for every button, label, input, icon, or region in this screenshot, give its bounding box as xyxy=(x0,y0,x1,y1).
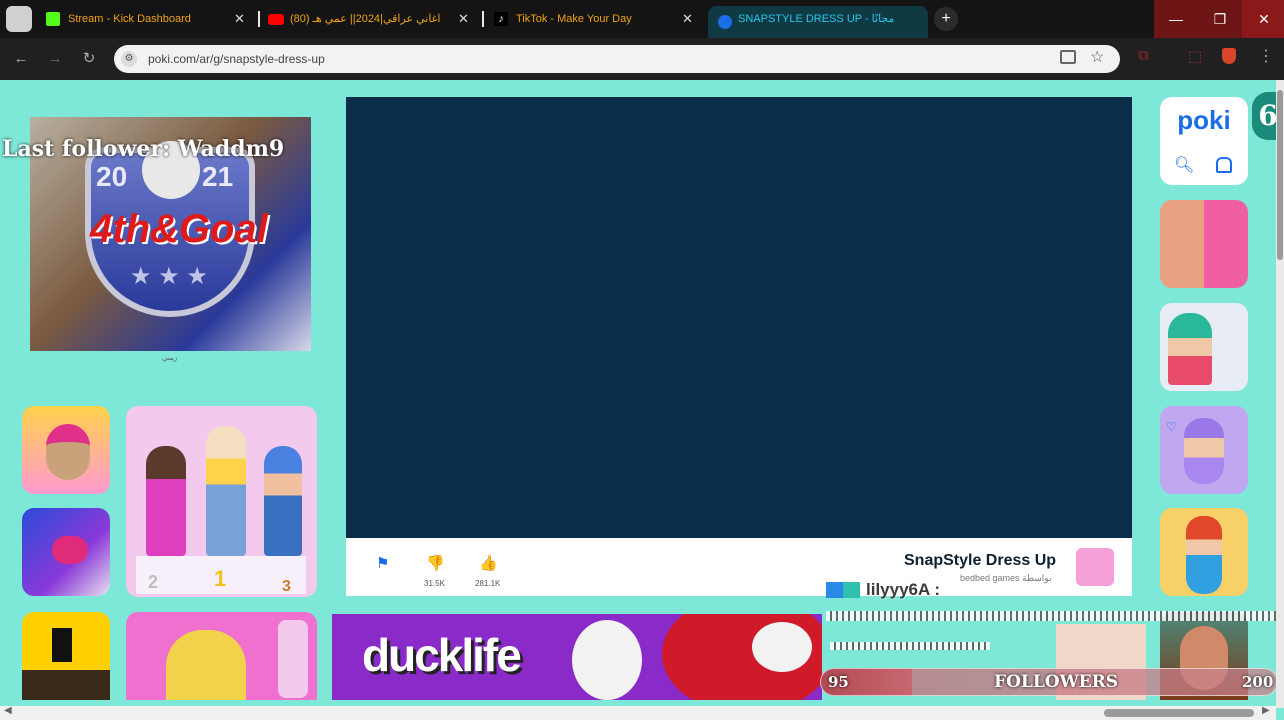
chat-badge-icon xyxy=(826,582,860,598)
tab-kick-dashboard[interactable]: Stream - Kick Dashboard ✕ xyxy=(46,6,252,32)
podium-number-1: 1 xyxy=(214,566,227,591)
close-tab-icon[interactable]: ✕ xyxy=(234,6,245,32)
character-face xyxy=(1168,313,1212,385)
doll-figure xyxy=(206,426,246,556)
chat-username: lilyyy6A : xyxy=(866,580,941,599)
followers-label: FOLLOWERS xyxy=(994,672,1119,692)
doll-figure xyxy=(264,446,302,556)
like-count: 281.1K xyxy=(475,579,501,588)
tab-tiktok[interactable]: ♪ TikTok - Make Your Day ✕ xyxy=(494,6,698,32)
tab-label: TikTok - Make Your Day xyxy=(516,13,632,25)
character-face xyxy=(46,424,90,480)
followers-current: 95 xyxy=(828,673,849,691)
close-window-button[interactable]: ✕ xyxy=(1242,0,1284,38)
ground xyxy=(22,670,110,700)
forward-icon[interactable]: → xyxy=(44,48,66,70)
tab-snapstyle-active[interactable]: SNAPSTYLE DRESS UP - ‏مجانًا xyxy=(708,6,928,38)
extensions-icon[interactable]: ⧉ xyxy=(1138,47,1149,64)
game-canvas[interactable] xyxy=(346,97,1132,538)
report-flag-icon[interactable]: ⚑ xyxy=(376,554,389,572)
tab-label: Stream - Kick Dashboard xyxy=(68,13,191,25)
character-face xyxy=(1184,418,1224,484)
podium-number-3: 3 xyxy=(282,578,291,595)
poki-logo[interactable]: poki xyxy=(1160,105,1248,136)
bookmark-star-icon[interactable]: ☆ xyxy=(1090,47,1104,67)
game-tile-cat-girl[interactable] xyxy=(126,612,317,700)
tab-youtube[interactable]: (80) اغاني عراقي|2024|| عمي هـ ✕ xyxy=(268,6,474,32)
tab-separator xyxy=(482,11,484,27)
heart-icon: ♡ xyxy=(1166,420,1177,434)
promo-title: 4th&Goal xyxy=(90,207,268,251)
game-tile-bunny-doll[interactable]: ♡ xyxy=(1160,406,1248,494)
podium-number-2: 2 xyxy=(148,572,159,592)
ducklife-logo: ducklife xyxy=(362,629,522,681)
extension-icon[interactable]: ⬚ xyxy=(1188,47,1202,65)
scroll-right-arrow[interactable]: ▶ xyxy=(1262,705,1270,716)
zigzag-decoration xyxy=(830,642,990,650)
minimize-button[interactable]: — xyxy=(1154,0,1198,38)
search-icon[interactable]: 🔍︎ xyxy=(1174,155,1194,175)
youtube-icon xyxy=(268,14,284,25)
game-tile-stickman[interactable] xyxy=(22,612,110,700)
tab-label: (80) اغاني عراقي|2024|| عمي هـ xyxy=(290,13,441,25)
silhouette-icon xyxy=(52,628,72,662)
last-follower-text: Last follower: Waddm9 xyxy=(2,136,285,162)
game-tile-makeup[interactable] xyxy=(1160,200,1248,288)
tiktok-icon: ♪ xyxy=(494,12,508,26)
character-face xyxy=(1186,516,1222,594)
poki-favicon-icon xyxy=(718,15,732,29)
duck-eye xyxy=(752,622,812,672)
game-tile-podium-dress-up[interactable]: 2 1 3 xyxy=(126,406,317,597)
install-app-icon[interactable] xyxy=(1060,50,1076,64)
promo-year-right: 21 xyxy=(202,161,234,192)
ducklife-banner[interactable]: ducklife xyxy=(332,614,822,700)
horizontal-scrollbar[interactable] xyxy=(0,706,1276,720)
site-info-icon[interactable]: ⚙ xyxy=(121,51,137,67)
reload-icon[interactable]: ↻ xyxy=(78,48,100,70)
doll-figure xyxy=(146,446,186,556)
promo-year-left: 20 xyxy=(96,161,128,192)
tab-separator xyxy=(258,11,260,27)
back-icon[interactable]: ← xyxy=(10,48,32,70)
profile-avatar[interactable] xyxy=(6,6,32,32)
nail-polish-icon xyxy=(52,536,88,564)
game-title: SnapStyle Dress Up xyxy=(904,552,1057,569)
dislike-count: 31.5K xyxy=(424,579,445,588)
kick-icon xyxy=(46,12,60,26)
like-button[interactable]: 👍 xyxy=(479,554,498,572)
url-text[interactable]: poki.com/ar/g/snapstyle-dress-up xyxy=(148,45,325,73)
game-thumbnail xyxy=(1076,548,1114,586)
close-tab-icon[interactable]: ✕ xyxy=(682,6,693,32)
duck-eye xyxy=(572,620,642,700)
game-tile-dress-shop[interactable] xyxy=(1160,508,1248,596)
game-developer[interactable]: bedbed games بواسطة xyxy=(960,573,1051,584)
horizontal-scrollbar-thumb[interactable] xyxy=(1104,709,1254,717)
promo-caption: زمني xyxy=(162,355,178,362)
stars: ★ ★ ★ xyxy=(130,263,208,290)
game-tile-girl-room[interactable] xyxy=(1160,303,1248,391)
menu-dots-icon[interactable]: ⋮ xyxy=(1258,46,1274,66)
game-tile-hair-salon[interactable] xyxy=(22,406,110,494)
close-tab-icon[interactable]: ✕ xyxy=(458,6,469,32)
brave-shield-icon[interactable] xyxy=(1222,48,1236,64)
vertical-scrollbar-thumb[interactable] xyxy=(1277,90,1283,260)
user-icon[interactable] xyxy=(1216,157,1232,173)
tab-label: SNAPSTYLE DRESS UP - ‏مجانًا xyxy=(738,13,895,25)
dislike-button[interactable]: 👎 xyxy=(426,554,445,572)
paint-palette-icon xyxy=(278,620,308,698)
poki-home-panel: poki 🔍︎ xyxy=(1160,97,1248,185)
character-face xyxy=(166,630,246,700)
scroll-left-arrow[interactable]: ◀ xyxy=(4,705,12,716)
maximize-button[interactable]: ❐ xyxy=(1198,0,1242,38)
new-tab-button[interactable]: + xyxy=(934,7,958,31)
zigzag-decoration xyxy=(826,611,1276,621)
followers-goal: 200 xyxy=(1242,673,1274,691)
game-tile-nail-salon[interactable] xyxy=(22,508,110,596)
